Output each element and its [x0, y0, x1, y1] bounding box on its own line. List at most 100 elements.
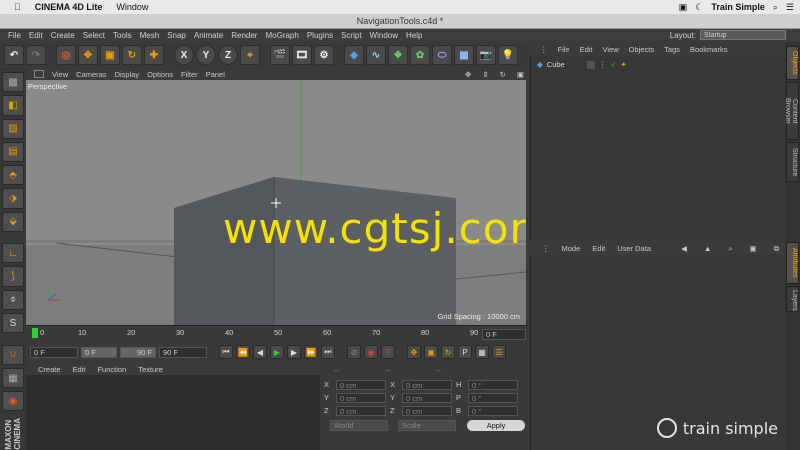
range-start-field[interactable]: 0 F — [81, 346, 117, 358]
key-scale-icon[interactable]: ▣ — [424, 345, 438, 359]
train-simple-brand[interactable]: Train Simple — [711, 2, 765, 12]
menu-mograph[interactable]: MoGraph — [265, 31, 298, 40]
zoom-view-icon[interactable]: ⇕ — [482, 70, 488, 79]
scale-tool-icon[interactable]: ▣ — [100, 45, 120, 65]
lock-workplane-icon[interactable]: ▦ — [2, 367, 24, 389]
menu-mesh[interactable]: Mesh — [140, 31, 160, 40]
next-frame-icon[interactable]: ▶ — [287, 345, 301, 359]
object-menu-bookmarks[interactable]: Bookmarks — [690, 45, 728, 54]
rotation-p-field[interactable]: 0 ° — [468, 393, 518, 403]
render-picture-viewer-icon[interactable]: 🎞 — [292, 45, 312, 65]
go-to-start-icon[interactable]: ⏮ — [219, 345, 233, 359]
start-frame-field[interactable]: 0 F — [30, 346, 78, 358]
timeline-window-icon[interactable]: ☰ — [492, 345, 506, 359]
mac-menu-app[interactable]: CINEMA 4D Lite — [35, 2, 103, 12]
redo-icon[interactable]: ↷ — [26, 45, 46, 65]
size-x-field[interactable]: 0 cm — [402, 380, 452, 390]
apply-button[interactable]: Apply — [467, 420, 525, 431]
cloner-icon[interactable]: ✿ — [410, 45, 430, 65]
render-view-icon[interactable]: 🎬 — [270, 45, 290, 65]
model-mode-icon[interactable]: ◧ — [2, 95, 24, 116]
menu-file[interactable]: File — [8, 31, 21, 40]
apple-icon[interactable]:  — [14, 2, 21, 12]
x-axis-button[interactable]: X — [174, 45, 194, 65]
attr-menu-edit[interactable]: Edit — [592, 244, 605, 253]
lock-icon[interactable]: ▣ — [750, 244, 757, 254]
keyframe-selection-icon[interactable]: ? — [381, 345, 395, 359]
menu-render[interactable]: Render — [231, 31, 257, 40]
deformer-icon[interactable]: ⬭ — [432, 45, 452, 65]
back-arrow-icon[interactable]: ◀ — [681, 244, 687, 254]
record-keys-icon[interactable]: ⊘ — [347, 345, 361, 359]
object-row-cube[interactable]: ◆ Cube ⋮ ✓ ✦ — [537, 60, 627, 69]
viewport-menu-icon[interactable] — [34, 70, 44, 78]
next-key-icon[interactable]: ⏩ — [304, 345, 318, 359]
menu-animate[interactable]: Animate — [194, 31, 223, 40]
material-menu-create[interactable]: Create — [38, 365, 61, 374]
previous-frame-icon[interactable]: ◀ — [253, 345, 267, 359]
material-menu-edit[interactable]: Edit — [73, 365, 86, 374]
attr-menu-mode[interactable]: Mode — [562, 244, 581, 253]
previous-key-icon[interactable]: ⏪ — [236, 345, 250, 359]
key-pla-icon[interactable]: ▦ — [475, 345, 489, 359]
menu-edit[interactable]: Edit — [29, 31, 43, 40]
current-frame-field[interactable]: 0 F — [482, 329, 526, 340]
range-end-field[interactable]: 90 F — [120, 346, 156, 358]
key-position-icon[interactable]: ✥ — [407, 345, 421, 359]
size-y-field[interactable]: 0 cm — [402, 393, 452, 403]
layout-dropdown[interactable]: Startup — [700, 30, 786, 40]
edges-mode-icon[interactable]: ⬗ — [2, 188, 24, 209]
camera-icon[interactable]: 📷 — [476, 45, 496, 65]
position-z-field[interactable]: 0 cm — [336, 406, 386, 416]
attr-menu-grip-icon[interactable]: ⋮ — [542, 244, 550, 253]
workplane-icon[interactable]: ▤ — [2, 141, 24, 162]
size-z-field[interactable]: 0 cm — [402, 406, 452, 416]
end-frame-field[interactable]: 90 F — [159, 346, 207, 358]
menu-create[interactable]: Create — [51, 31, 75, 40]
up-arrow-icon[interactable]: ▲ — [704, 244, 711, 254]
screen-icon[interactable]: ▣ — [679, 2, 688, 13]
tweak-mode-icon[interactable]: ⟆ — [2, 266, 24, 287]
planar-workplane-icon[interactable]: ◉ — [2, 391, 24, 412]
add-tool-icon[interactable]: ✚ — [144, 45, 164, 65]
timeline-ruler[interactable]: 0 10 20 30 40 50 60 70 80 90 0 F — [26, 325, 528, 343]
viewport-menu-panel[interactable]: Panel — [206, 70, 225, 79]
rotate-view-icon[interactable]: ↻ — [500, 70, 506, 79]
menu-select[interactable]: Select — [83, 31, 105, 40]
key-parameter-icon[interactable]: P — [458, 345, 472, 359]
object-menu-view[interactable]: View — [603, 45, 619, 54]
menu-tools[interactable]: Tools — [113, 31, 132, 40]
texture-mode-icon[interactable]: ▨ — [2, 118, 24, 139]
points-mode-icon[interactable]: ⬘ — [2, 165, 24, 186]
play-icon[interactable]: ▶ — [270, 345, 284, 359]
y-axis-button[interactable]: Y — [196, 45, 216, 65]
selection-tool-icon[interactable]: ◎ — [56, 45, 76, 65]
polygons-mode-icon[interactable]: ⬙ — [2, 211, 24, 232]
go-to-end-icon[interactable]: ⏭ — [321, 345, 335, 359]
search-attr-icon[interactable]: ⌕ — [728, 244, 732, 254]
magnet-icon[interactable]: ∪ — [2, 344, 24, 365]
mac-menu-window[interactable]: Window — [116, 2, 148, 12]
visibility-dots-icon[interactable]: ⋮ — [599, 60, 607, 69]
spline-pen-icon[interactable]: ∿ — [366, 45, 386, 65]
render-settings-icon[interactable]: ⚙ — [314, 45, 334, 65]
object-menu-tags[interactable]: Tags — [664, 45, 680, 54]
viewport-menu-view[interactable]: View — [52, 70, 68, 79]
attr-menu-user-data[interactable]: User Data — [617, 244, 651, 253]
object-menu-grip-icon[interactable]: ⋮ — [540, 45, 548, 54]
rotate-tool-icon[interactable]: ↻ — [122, 45, 142, 65]
move-tool-icon[interactable]: ✥ — [78, 45, 98, 65]
object-menu-objects[interactable]: Objects — [629, 45, 654, 54]
menu-snap[interactable]: Snap — [167, 31, 186, 40]
menu-help[interactable]: Help — [406, 31, 422, 40]
coord-space-dropdown[interactable]: World — [330, 420, 388, 431]
object-menu-edit[interactable]: Edit — [580, 45, 593, 54]
material-manager-area[interactable] — [26, 375, 320, 450]
tweak-mouse-icon[interactable]: ⌽ — [2, 289, 24, 310]
position-x-field[interactable]: 0 cm — [336, 380, 386, 390]
tab-structure[interactable]: Structure — [786, 142, 799, 182]
cube-primitive-icon[interactable]: ◆ — [344, 45, 364, 65]
viewport-menu-cameras[interactable]: Cameras — [76, 70, 106, 79]
light-icon[interactable]: 💡 — [498, 45, 518, 65]
list-icon[interactable]: ☰ — [786, 2, 794, 13]
